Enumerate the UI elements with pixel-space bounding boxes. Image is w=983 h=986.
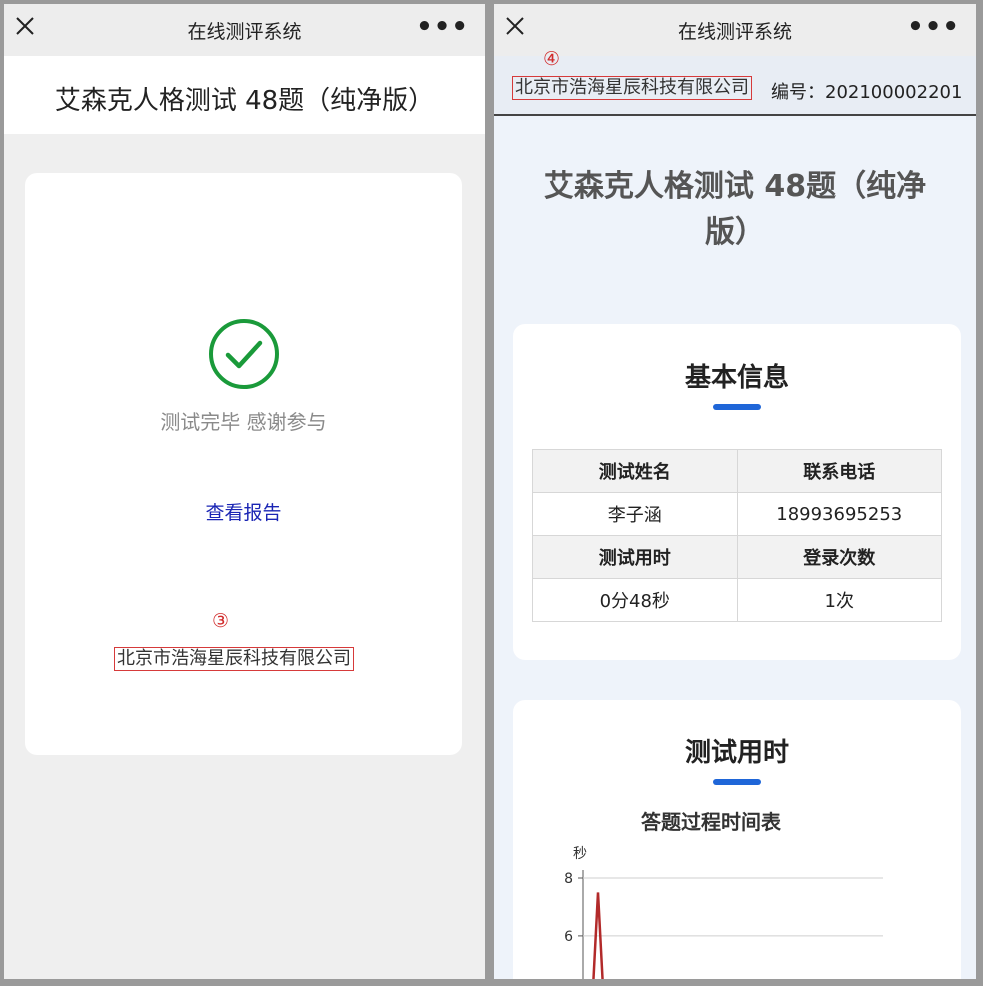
table-header-cell: 联系电话 [736,449,942,493]
basic-info-card: 基本信息 测试姓名 联系电话 李子涵 18993695253 测试用时 登录次数… [513,324,961,660]
test-header: 艾森克人格测试 48题（纯净版） [4,56,485,134]
table-row: 0分48秒 1次 [532,578,942,622]
completion-message: 测试完毕 感谢参与 [160,410,327,434]
answer-time-chart: 秒 6 8 [564,846,883,979]
serial-number: 编号：202100002201 [771,82,963,103]
right-phone-screen: 在线测评系统 ••• ④ 北京市浩海星辰科技有限公司 编号：2021000022… [494,4,976,979]
table-header-cell: 登录次数 [736,535,942,579]
completion-card: 测试完毕 感谢参与 查看报告 ③ 北京市浩海星辰科技有限公司 [25,173,462,755]
nav-title: 在线测评系统 [187,21,302,43]
nav-bar: 在线测评系统 ••• [4,4,485,56]
y-tick-label: 6 [564,929,573,945]
report-title: 艾森克人格测试 48题（纯净版） [543,169,927,250]
annotation-marker: ③ [212,610,230,632]
y-axis-label: 秒 [573,846,587,862]
table-row: 测试用时 登录次数 [532,535,942,579]
table-header-cell: 测试用时 [532,535,738,579]
more-menu-icon[interactable]: ••• [416,12,469,42]
nav-bar: 在线测评系统 ••• [494,4,976,56]
card-title: 测试用时 [684,738,789,768]
test-time-card: 测试用时 答题过程时间表 秒68 [513,700,961,979]
table-header-cell: 测试姓名 [532,449,738,493]
info-table: 测试姓名 联系电话 李子涵 18993695253 测试用时 登录次数 0分48… [532,449,942,622]
more-menu-icon[interactable]: ••• [907,12,960,42]
title-underline [713,779,761,785]
check-circle-icon [209,319,279,389]
table-row: 测试姓名 联系电话 [532,449,942,493]
left-phone-screen: 在线测评系统 ••• 艾森克人格测试 48题（纯净版） 测试完毕 感谢参与 查看… [4,4,485,979]
table-cell: 18993695253 [736,492,942,536]
table-cell: 李子涵 [532,492,738,536]
y-tick-label: 8 [564,871,573,887]
annotation-marker: ④ [543,48,561,70]
table-cell: 1次 [736,578,942,622]
view-report-link[interactable]: 查看报告 [25,498,462,525]
card-title: 基本信息 [684,363,789,393]
company-name: 北京市浩海星辰科技有限公司 [114,647,354,671]
table-row: 李子涵 18993695253 [532,492,942,536]
nav-title: 在线测评系统 [677,21,792,43]
company-name: 北京市浩海星辰科技有限公司 [512,76,752,100]
title-underline [713,404,761,410]
table-cell: 0分48秒 [532,578,738,622]
test-title: 艾森克人格测试 48题（纯净版） [54,86,435,116]
report-header: ④ 北京市浩海星辰科技有限公司 编号：202100002201 [494,48,976,116]
